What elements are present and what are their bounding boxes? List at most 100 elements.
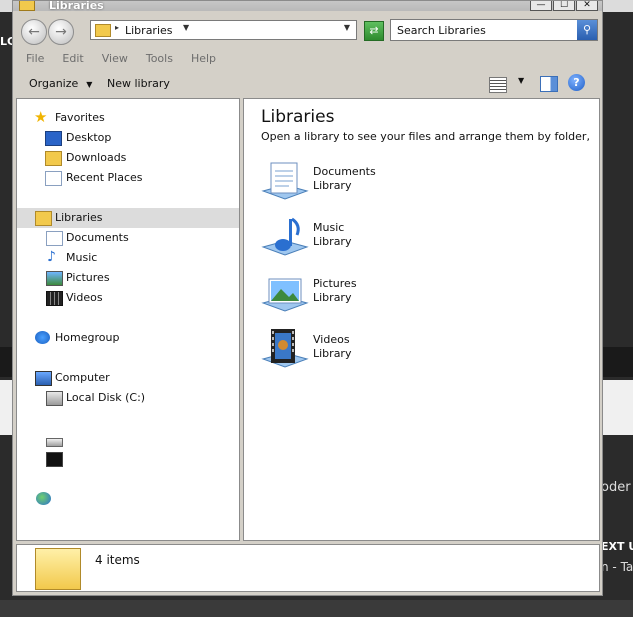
nav-favorites-label: Favorites <box>55 111 105 124</box>
navigation-pane: ★ Favorites Desktop Downloads Recent Pla… <box>16 98 240 541</box>
nav-computer[interactable]: Computer <box>17 368 239 388</box>
breadcrumb-separator-icon[interactable]: ▸ <box>115 23 119 32</box>
pictures-library-icon <box>261 278 309 312</box>
menu-file[interactable]: File <box>17 49 53 69</box>
nav-music[interactable]: ♪ Music <box>17 248 239 268</box>
preview-pane-icon[interactable] <box>540 76 558 92</box>
libraries-icon <box>95 24 111 37</box>
nav-libraries[interactable]: Libraries <box>17 208 239 228</box>
window-controls: — ☐ ✕ <box>530 1 598 11</box>
nav-favorites[interactable]: ★ Favorites <box>17 108 239 128</box>
documents-icon <box>46 231 63 246</box>
refresh-button[interactable]: ⇄ <box>364 21 384 41</box>
library-item-music[interactable]: Music Library <box>261 215 461 265</box>
details-pane: 4 items <box>16 544 600 592</box>
refresh-icon: ⇄ <box>369 24 379 37</box>
search-button[interactable]: ⚲ <box>577 20 597 40</box>
address-bar[interactable]: ▸ Libraries ▼ ▼ <box>90 20 357 40</box>
search-icon: ⚲ <box>582 23 592 36</box>
network-icon <box>36 492 51 505</box>
command-bar: Organize ▼ New library ▼ ? <box>13 71 602 97</box>
library-item-documents[interactable]: Documents Library <box>261 159 461 209</box>
library-name: Documents <box>313 165 376 178</box>
removable-drive-icon <box>46 438 63 447</box>
nav-pictures[interactable]: Pictures <box>17 268 239 288</box>
downloads-folder-icon <box>45 151 62 166</box>
nav-recent-places[interactable]: Recent Places <box>17 168 239 188</box>
navigation-bar: ← → ▸ Libraries ▼ ▼ ⇄ ⚲ <box>13 13 602 47</box>
recent-places-icon <box>45 171 62 186</box>
forward-button[interactable]: → <box>48 19 74 45</box>
chevron-down-icon: ▼ <box>86 80 93 89</box>
network-drive-icon <box>46 452 63 467</box>
library-item-videos[interactable]: Videos Library <box>261 327 461 377</box>
arrow-right-icon: → <box>55 24 67 40</box>
library-kind: Library <box>313 347 352 360</box>
maximize-button[interactable]: ☐ <box>553 1 575 11</box>
libraries-folder-large-icon <box>35 548 81 590</box>
nav-downloads-label: Downloads <box>66 151 127 164</box>
menu-bar: File Edit View Tools Help <box>13 49 602 69</box>
libraries-folder-icon <box>19 1 35 11</box>
documents-library-icon <box>261 162 309 200</box>
background-text-right-2: EXT U <box>601 540 633 553</box>
breadcrumb-libraries[interactable]: Libraries <box>125 24 173 37</box>
menu-edit[interactable]: Edit <box>53 49 92 69</box>
back-button[interactable]: ← <box>21 19 47 45</box>
window-title: Libraries <box>49 0 104 12</box>
minimize-button[interactable]: — <box>530 1 552 11</box>
new-library-button[interactable]: New library <box>101 75 176 93</box>
background-text-right-3: n - Ta <box>601 560 633 574</box>
address-dropdown-icon[interactable]: ▼ <box>344 23 350 32</box>
content-pane: Libraries Open a library to see your fil… <box>243 98 600 541</box>
explorer-window: Libraries — ☐ ✕ ← → ▸ Libraries ▼ ▼ ⇄ ⚲ … <box>12 0 603 596</box>
nav-recent-places-label: Recent Places <box>66 171 143 184</box>
nav-computer-label: Computer <box>55 371 110 384</box>
desktop-icon <box>45 131 62 146</box>
page-subtitle: Open a library to see your files and arr… <box>261 130 591 143</box>
library-kind: Library <box>313 179 352 192</box>
nav-network-drive[interactable] <box>17 449 239 469</box>
menu-help[interactable]: Help <box>182 49 225 69</box>
organize-button[interactable]: Organize ▼ <box>23 75 98 93</box>
view-options-dropdown-icon[interactable]: ▼ <box>518 76 524 85</box>
computer-icon <box>35 371 52 386</box>
arrow-left-icon: ← <box>28 24 40 40</box>
nav-desktop[interactable]: Desktop <box>17 128 239 148</box>
nav-documents[interactable]: Documents <box>17 228 239 248</box>
pictures-icon <box>46 271 63 286</box>
nav-network[interactable] <box>17 489 239 509</box>
library-item-pictures[interactable]: Pictures Library <box>261 271 461 321</box>
nav-music-label: Music <box>66 251 98 264</box>
music-note-icon: ♪ <box>47 249 56 265</box>
nav-pictures-label: Pictures <box>66 271 110 284</box>
menu-tools[interactable]: Tools <box>137 49 182 69</box>
search-box: ⚲ <box>390 19 598 41</box>
library-name: Music <box>313 221 345 234</box>
star-icon: ★ <box>34 108 48 126</box>
library-name: Pictures <box>313 277 357 290</box>
search-input[interactable] <box>391 20 587 40</box>
help-icon[interactable]: ? <box>568 74 585 91</box>
nav-downloads[interactable]: Downloads <box>17 148 239 168</box>
close-button[interactable]: ✕ <box>576 1 598 11</box>
nav-homegroup[interactable]: Homegroup <box>17 328 239 348</box>
breadcrumb-chevron-icon[interactable]: ▼ <box>183 23 189 32</box>
nav-libraries-label: Libraries <box>55 211 103 224</box>
menu-view[interactable]: View <box>93 49 137 69</box>
change-view-icon[interactable] <box>489 77 507 93</box>
nav-videos[interactable]: Videos <box>17 288 239 308</box>
item-count: 4 items <box>95 553 140 567</box>
background-band-2 <box>0 600 633 617</box>
organize-label: Organize <box>29 77 79 90</box>
nav-documents-label: Documents <box>66 231 129 244</box>
background-text-right-1: oder <box>601 480 631 495</box>
background-light-panel-right <box>603 380 633 435</box>
nav-desktop-label: Desktop <box>66 131 112 144</box>
background-light-panel-left <box>0 380 12 435</box>
video-film-icon <box>46 291 63 306</box>
nav-local-disk[interactable]: Local Disk (C:) <box>17 388 239 408</box>
homegroup-icon <box>35 331 50 344</box>
nav-local-disk-label: Local Disk (C:) <box>66 391 146 404</box>
library-kind: Library <box>313 291 352 304</box>
